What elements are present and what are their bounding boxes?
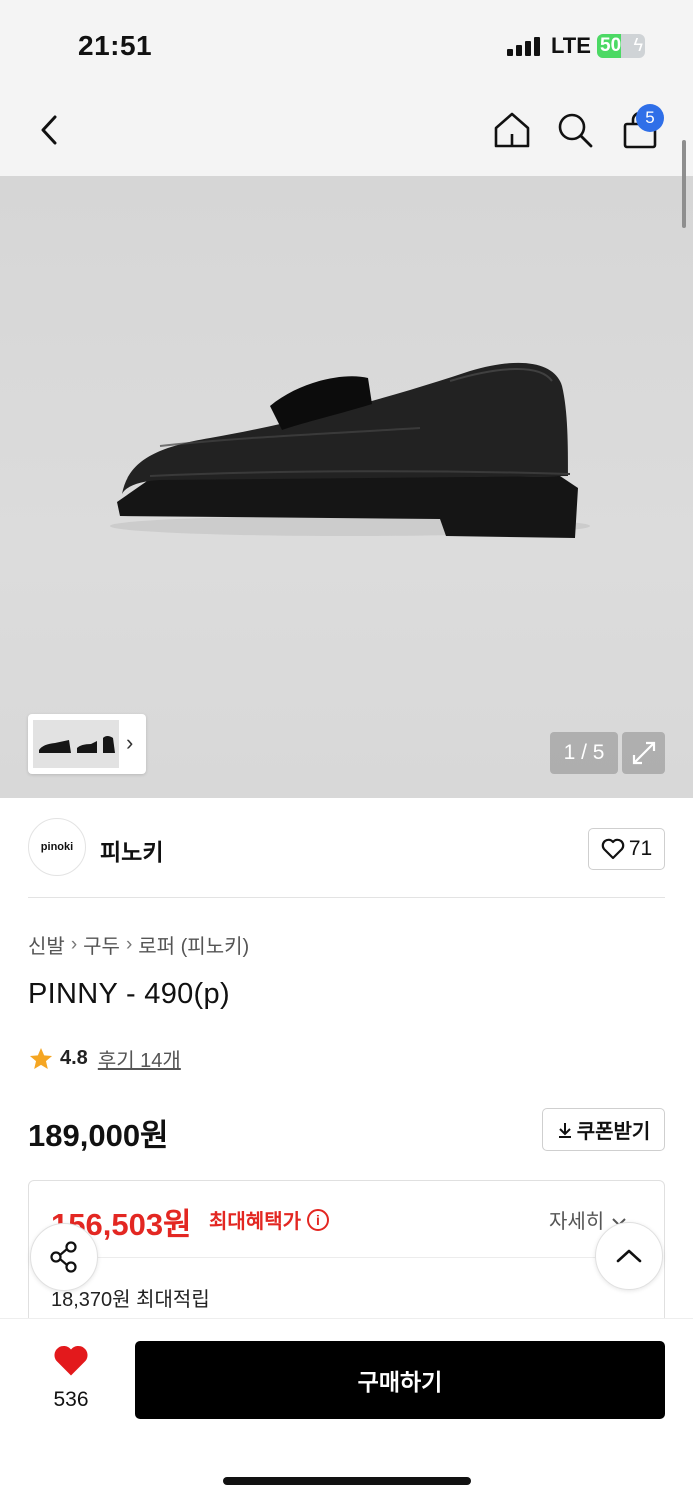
signal-icon (507, 36, 543, 56)
back-button[interactable] (26, 106, 74, 154)
status-time: 21:51 (78, 30, 153, 61)
thumbnail-images (33, 720, 119, 768)
network-label: LTE (551, 33, 591, 58)
benefit-box: 156,503원 최대혜택가 i 자세히 18,370원 최대적립 (28, 1180, 665, 1340)
star-icon (29, 1047, 53, 1069)
heart-filled-icon (54, 1345, 88, 1376)
scroll-top-button[interactable] (595, 1222, 663, 1290)
search-icon (558, 113, 593, 148)
breadcrumb-item[interactable]: 로퍼 (피노키) (138, 930, 249, 959)
share-icon (50, 1241, 77, 1273)
share-button[interactable] (30, 1223, 98, 1291)
product-title: PINNY - 490(p) (28, 978, 230, 1010)
image-counter: 1 / 5 (550, 732, 618, 774)
brand-name[interactable]: 피노키 (100, 833, 163, 867)
max-benefit-text: 최대혜택가 (209, 1211, 301, 1233)
brand-row: pinoki 피노키 71 (28, 818, 665, 878)
home-icon (494, 112, 530, 148)
coupon-label: 쿠폰받기 (576, 1121, 651, 1143)
product-image (110, 362, 590, 538)
status-bar: 21:51 LTE 50 ϟ (0, 0, 693, 92)
download-icon (558, 1122, 571, 1138)
wish-count: 536 (53, 1388, 89, 1411)
home-button[interactable] (488, 106, 536, 154)
home-indicator[interactable] (223, 1477, 471, 1485)
breadcrumb-item[interactable]: 구두 (83, 930, 120, 959)
detail-label: 자세히 (549, 1211, 605, 1233)
brand-logo[interactable]: pinoki (28, 818, 86, 876)
battery-icon: 50 ϟ (597, 34, 645, 58)
chevron-up-icon (616, 1249, 642, 1263)
brand-logo-text: pinoki (40, 841, 74, 853)
chevron-left-icon (41, 115, 57, 145)
chevron-right-icon: › (125, 933, 133, 955)
breadcrumb-item[interactable]: 신발 (28, 930, 65, 959)
expand-button[interactable] (622, 732, 665, 774)
buy-button[interactable]: 구매하기 (135, 1341, 665, 1419)
bottom-action-bar: 536 구매하기 (0, 1318, 693, 1500)
rating-score: 4.8 (60, 1047, 88, 1069)
search-button[interactable] (551, 106, 599, 154)
battery-level: 50 (600, 35, 622, 56)
breadcrumb: 신발 › 구두 › 로퍼 (피노키) (28, 930, 249, 959)
product-price: 189,000원 (28, 1118, 169, 1153)
shoe-thumbnails (39, 736, 115, 753)
thumbnail-strip[interactable]: › (28, 714, 146, 774)
wish-button[interactable]: 536 (36, 1343, 106, 1412)
coupon-button[interactable]: 쿠폰받기 (542, 1108, 665, 1151)
nav-bar (0, 92, 693, 176)
product-image-gallery[interactable]: › 1 / 5 (0, 176, 693, 798)
review-count-link[interactable]: 후기 14개 (98, 1044, 181, 1073)
divider (28, 897, 665, 898)
brand-like-count: 71 (628, 837, 653, 860)
heart-outline-icon (601, 838, 625, 860)
chevron-right-icon: › (126, 730, 134, 755)
brand-like-button[interactable]: 71 (588, 828, 665, 870)
info-icon[interactable]: i (307, 1208, 329, 1231)
bolt-icon: ϟ (633, 35, 643, 55)
rating-row: 4.8 후기 14개 (28, 1044, 181, 1073)
cart-count-badge: 5 (636, 104, 664, 132)
max-benefit-label: 최대혜택가 i (209, 1205, 329, 1234)
divider (51, 1257, 644, 1258)
scrollbar[interactable] (682, 140, 686, 228)
expand-icon (632, 741, 655, 765)
chevron-right-icon: › (70, 933, 78, 955)
